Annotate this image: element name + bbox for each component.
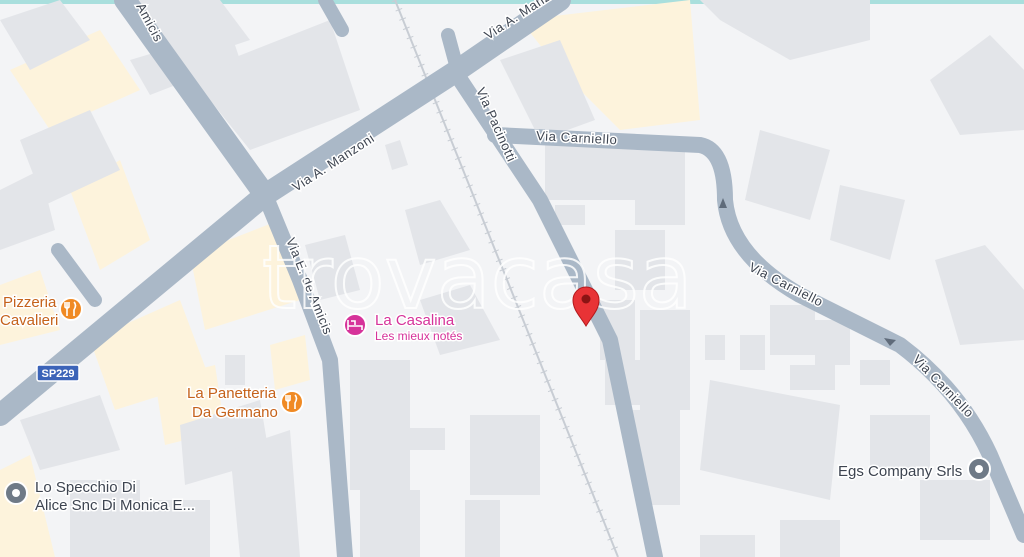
route-shield-label: SP229 — [41, 368, 74, 380]
place-pin-icon[interactable] — [967, 457, 991, 481]
building — [635, 140, 685, 225]
building — [745, 130, 830, 220]
building — [770, 305, 815, 355]
poi-la-casalina[interactable]: La Casalina Les mieux notés — [343, 311, 464, 345]
poi-label-line1: Pizzeria — [3, 294, 57, 311]
building — [740, 335, 765, 370]
building — [830, 185, 905, 260]
building — [230, 430, 300, 557]
bed-icon[interactable] — [343, 313, 367, 337]
building — [780, 520, 840, 557]
building — [700, 380, 840, 500]
building — [815, 320, 850, 365]
map-canvas[interactable]: Via A. Manzoni Via A. Manzoni Amicis Via… — [0, 0, 1024, 557]
building — [350, 360, 410, 490]
route-shield-sp229: SP229 — [36, 364, 80, 382]
poi-label: Egs Company Srls — [838, 463, 962, 480]
road-label-carniello-middle: Via Carniello — [747, 259, 826, 309]
building — [360, 490, 420, 557]
building — [20, 395, 120, 470]
fork-knife-icon[interactable] — [59, 297, 83, 321]
poi-sublabel: Les mieux notés — [375, 329, 462, 343]
fork-knife-icon[interactable] — [280, 390, 304, 414]
building — [935, 245, 1024, 345]
building — [700, 0, 870, 60]
road-pizzeria-spur — [51, 243, 102, 307]
commercial-area — [270, 335, 310, 390]
building — [385, 140, 408, 170]
watermark-trovacasa: trovacasa — [262, 226, 693, 329]
building — [870, 415, 930, 470]
building — [790, 365, 835, 390]
road-top-connector — [441, 28, 465, 79]
building — [930, 35, 1024, 135]
building — [860, 360, 890, 385]
road-label-pacinotti: Via Pacinotti — [473, 85, 519, 164]
building — [470, 415, 540, 495]
building — [225, 355, 245, 385]
road-label-carniello-south: Via Carniello — [910, 352, 977, 421]
poi-label-line2: Alice Snc Di Monica E... — [35, 497, 195, 514]
map-view[interactable]: Via A. Manzoni Via A. Manzoni Amicis Via… — [0, 0, 1024, 557]
poi-label-line1: Lo Specchio Di — [35, 479, 136, 496]
building — [705, 335, 725, 360]
poi-pizzeria-cavalieri[interactable]: Pizzeria Cavalieri — [0, 293, 83, 331]
building — [465, 500, 500, 557]
poi-label: La Casalina — [375, 312, 455, 329]
poi-label-line2: Cavalieri — [0, 312, 58, 329]
building — [700, 535, 755, 557]
building — [410, 428, 445, 450]
building — [920, 480, 990, 540]
poi-label-line2: Da Germano — [192, 404, 278, 421]
poi-label-line1: La Panetteria — [187, 385, 277, 402]
place-pin-icon[interactable] — [4, 481, 28, 505]
